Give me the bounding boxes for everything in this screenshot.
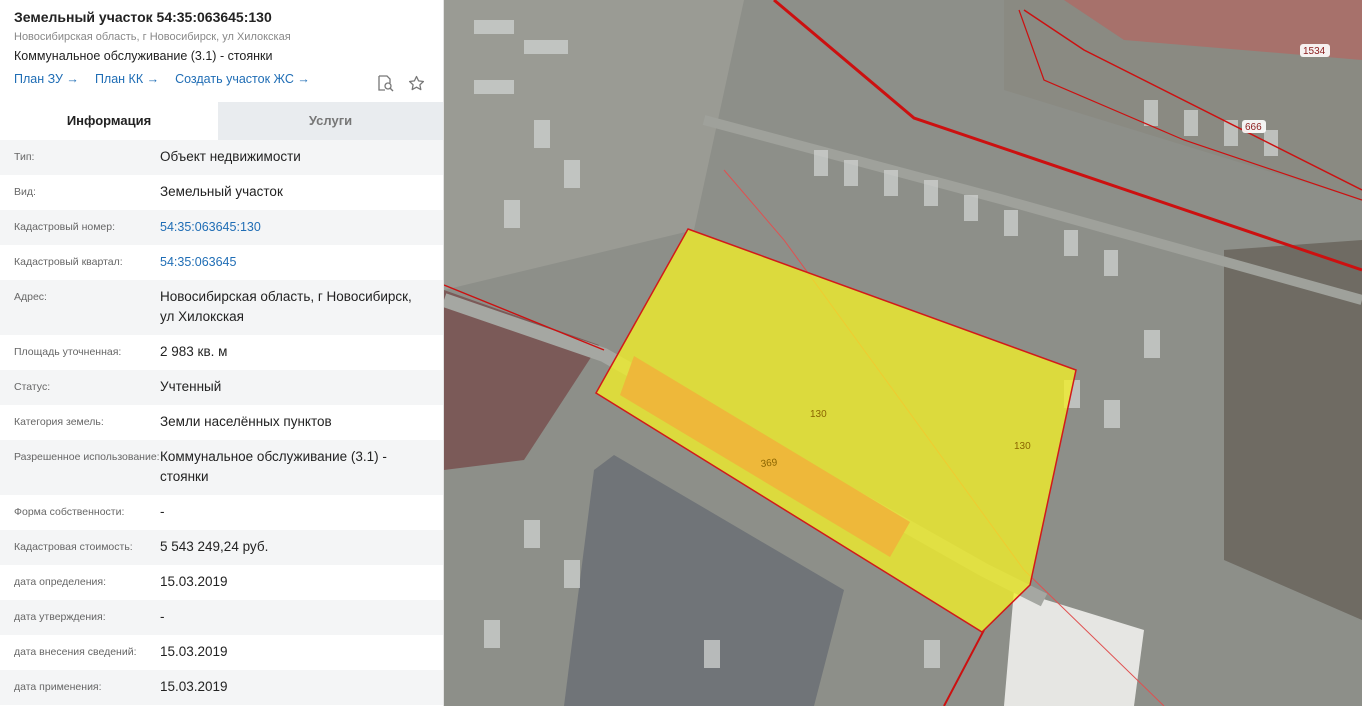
row-label: дата внесения сведений: xyxy=(14,646,137,658)
cadastral-quarter-link[interactable]: 54:35:063645 xyxy=(160,252,429,272)
row-value: - xyxy=(160,504,165,519)
row-value: Учтенный xyxy=(160,379,222,394)
cadastral-number-link[interactable]: 54:35:063645:130 xyxy=(160,217,429,237)
card-header: Земельный участок 54:35:063645:130 Новос… xyxy=(0,0,443,94)
card-title: Земельный участок 54:35:063645:130 xyxy=(14,9,272,25)
row-label: Категория земель: xyxy=(14,416,104,428)
parcel-label-edge: 130 xyxy=(1014,441,1031,452)
row-label: Кадастровая стоимость: xyxy=(14,541,133,553)
boundary-label-666: 666 xyxy=(1245,122,1262,133)
row-kind: Вид: Земельный участок xyxy=(0,175,443,210)
header-icons xyxy=(377,75,425,92)
row-value: 15.03.2019 xyxy=(160,644,228,659)
row-label: Кадастровый номер: xyxy=(14,221,116,233)
row-permitted-use: Разрешенное использование: Коммунальное о… xyxy=(0,440,443,495)
map-canvas[interactable]: 130 130 369 1534 666 xyxy=(444,0,1362,706)
star-icon[interactable] xyxy=(408,75,425,92)
row-land-category: Категория земель: Земли населённых пункто… xyxy=(0,405,443,440)
info-table: Тип: Объект недвижимости Вид: Земельный уч… xyxy=(0,140,443,705)
row-type: Тип: Объект недвижимости xyxy=(0,140,443,175)
row-cadastral-quarter: Кадастровый квартал: 54:35:063645 xyxy=(0,245,443,280)
plan-zu-link[interactable]: План ЗУ → xyxy=(14,72,79,86)
info-panel: Земельный участок 54:35:063645:130 Новос… xyxy=(0,0,444,706)
card-address: Новосибирская область, г Новосибирск, ул… xyxy=(14,31,291,43)
search-document-icon[interactable] xyxy=(377,75,394,92)
row-date-determined: дата определения: 15.03.2019 xyxy=(0,565,443,600)
row-cadastral-value: Кадастровая стоимость: 5 543 249,24 руб. xyxy=(0,530,443,565)
card-links: План ЗУ → План КК → Создать участок ЖС → xyxy=(14,71,429,87)
row-value: 5 543 249,24 руб. xyxy=(160,539,269,554)
tab-information[interactable]: Информация xyxy=(0,102,218,140)
row-label: Адрес: xyxy=(14,291,47,303)
row-date-entered: дата внесения сведений: 15.03.2019 xyxy=(0,635,443,670)
row-value: 15.03.2019 xyxy=(160,679,228,694)
satellite-map[interactable]: 130 130 369 1534 666 xyxy=(444,0,1362,706)
row-label: Разрешенное использование: xyxy=(14,451,160,463)
tab-bar: Информация Услуги xyxy=(0,102,443,140)
row-area: Площадь уточненная: 2 983 кв. м xyxy=(0,335,443,370)
tab-services[interactable]: Услуги xyxy=(218,102,443,140)
row-value: Земельный участок xyxy=(160,184,283,199)
row-label: Тип: xyxy=(14,151,35,163)
row-label: Статус: xyxy=(14,381,51,393)
row-label: Вид: xyxy=(14,186,36,198)
parcel-label-center: 130 xyxy=(810,409,827,420)
row-value: Объект недвижимости xyxy=(160,149,301,164)
row-cadastral-number: Кадастровый номер: 54:35:063645:130 xyxy=(0,210,443,245)
row-value: Новосибирская область, г Новосибирск, ул… xyxy=(160,289,412,324)
row-label: Форма собственности: xyxy=(14,506,125,518)
row-label: дата применения: xyxy=(14,681,102,693)
building-label: 369 xyxy=(760,457,778,470)
plan-kk-link[interactable]: План КК → xyxy=(95,72,159,86)
row-label: Площадь уточненная: xyxy=(14,346,122,358)
row-label: Кадастровый квартал: xyxy=(14,256,123,268)
row-value: 15.03.2019 xyxy=(160,574,228,589)
row-value: Земли населённых пунктов xyxy=(160,414,332,429)
card-use-kind: Коммунальное обслуживание (3.1) - стоянк… xyxy=(14,49,273,63)
boundary-label-1534: 1534 xyxy=(1303,46,1326,57)
row-date-approved: дата утверждения: - xyxy=(0,600,443,635)
create-plot-link[interactable]: Создать участок ЖС → xyxy=(175,72,310,86)
row-value: 2 983 кв. м xyxy=(160,344,228,359)
row-value: - xyxy=(160,609,165,624)
row-date-applied: дата применения: 15.03.2019 xyxy=(0,670,443,705)
row-label: дата утверждения: xyxy=(14,611,106,623)
row-value: Коммунальное обслуживание (3.1) - стоянк… xyxy=(160,449,387,484)
row-status: Статус: Учтенный xyxy=(0,370,443,405)
row-ownership: Форма собственности: - xyxy=(0,495,443,530)
row-address: Адрес: Новосибирская область, г Новосибир… xyxy=(0,280,443,335)
row-label: дата определения: xyxy=(14,576,107,588)
